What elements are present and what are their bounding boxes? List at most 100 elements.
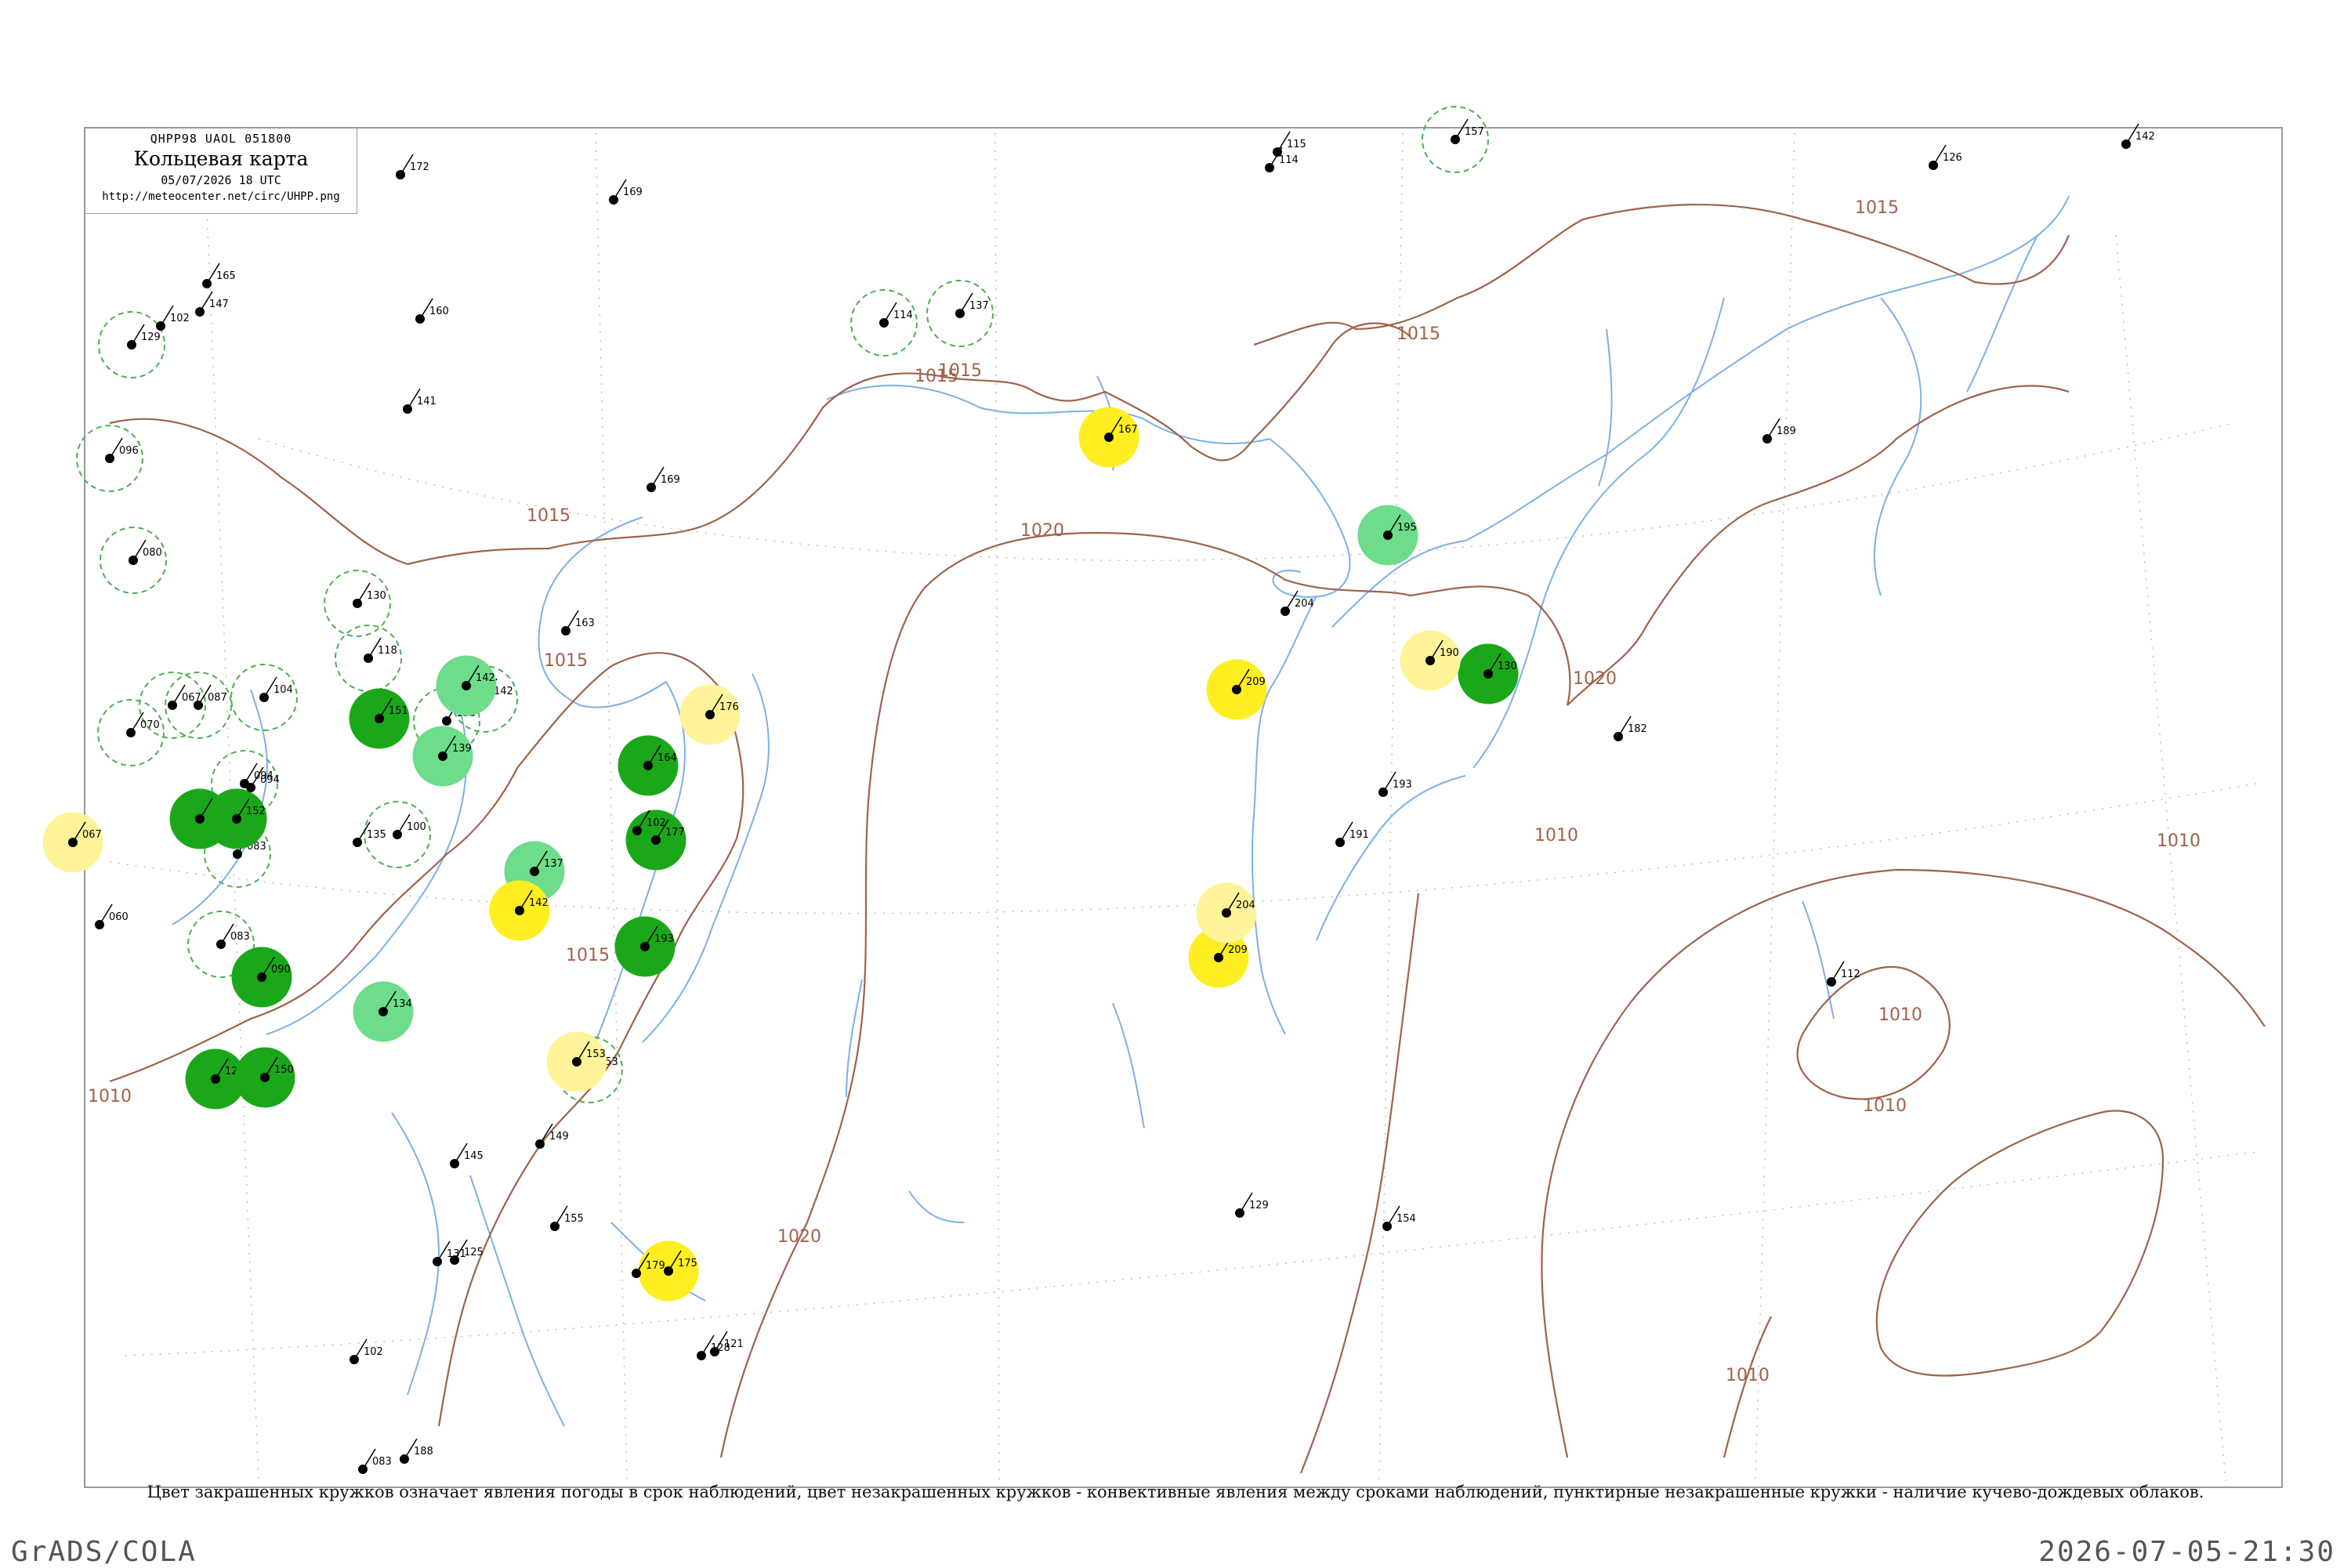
pressure-value: 129	[141, 331, 161, 343]
pressure-value: 179	[646, 1260, 665, 1272]
pressure-value: 157	[1465, 126, 1484, 138]
pressure-value: 193	[654, 933, 674, 945]
pressure-value: 142	[494, 686, 513, 697]
pressure-value: 193	[1393, 779, 1412, 791]
station-plot[interactable]: 142	[489, 880, 550, 941]
pressure-value: 142	[476, 672, 495, 684]
pressure-value: 125	[464, 1247, 484, 1258]
pressure-value: 177	[665, 827, 685, 838]
pressure-value: 152	[246, 806, 266, 817]
isobar-label: 1015	[1855, 198, 1899, 218]
station-plot[interactable]: 195	[1357, 505, 1418, 566]
pressure-value: 147	[209, 299, 229, 310]
station-plot[interactable]: 130	[1458, 643, 1519, 704]
station-plot[interactable]: 176	[679, 684, 741, 745]
pressure-value: 195	[1397, 522, 1417, 534]
map-frame	[84, 127, 2283, 1488]
station-plot[interactable]: 164	[618, 735, 679, 796]
pressure-value: 145	[464, 1150, 484, 1162]
pressure-value: 153	[586, 1048, 606, 1060]
bulletin-code: QHPP98 UAOL 051800	[150, 132, 292, 146]
pressure-value: 204	[1295, 598, 1314, 610]
pressure-value: 155	[564, 1213, 584, 1225]
pressure-value: 134	[393, 998, 412, 1010]
pressure-value: 141	[417, 396, 437, 407]
station-plot[interactable]: 209	[1206, 659, 1267, 720]
isobar-label: 1020	[777, 1227, 821, 1247]
pressure-value: 102	[364, 1346, 383, 1358]
pressure-value: 165	[216, 270, 236, 282]
pressure-value: 080	[143, 547, 162, 559]
pressure-value: 135	[367, 829, 386, 841]
map-datetime: 05/07/2026 18 UTC	[161, 173, 281, 187]
isobar-label: 1010	[1726, 1366, 1770, 1385]
station-plot[interactable]: 152	[206, 788, 267, 849]
station-plot[interactable]: 190	[1400, 630, 1461, 691]
isobar-label: 1015	[566, 946, 610, 965]
isobar-label: 1015	[544, 651, 588, 671]
isobar-label: 1010	[2157, 831, 2201, 851]
pressure-value: 182	[1628, 723, 1647, 735]
station-plot[interactable]: 151	[349, 688, 410, 749]
isobar-label: 1020	[1020, 521, 1064, 541]
station-plot[interactable]: 067	[42, 812, 103, 873]
pressure-value: 169	[623, 186, 643, 198]
pressure-value: 130	[367, 590, 386, 602]
pressure-value: 096	[119, 445, 139, 457]
pressure-value: 083	[372, 1456, 392, 1468]
grads-credit: GrADS/COLA	[11, 1536, 197, 1568]
station-plot[interactable]: 204	[1196, 882, 1257, 943]
pressure-value: 142	[529, 897, 549, 909]
pressure-value: 189	[1777, 425, 1796, 437]
pressure-value: 114	[893, 310, 913, 321]
pressure-value: 209	[1228, 944, 1248, 956]
pressure-value: 176	[719, 701, 739, 713]
station-plot[interactable]: 153	[546, 1031, 607, 1092]
pressure-value: 188	[414, 1446, 433, 1458]
pressure-value: 164	[657, 752, 677, 764]
pressure-value: 067	[82, 829, 102, 841]
station-plot[interactable]: 193	[614, 916, 676, 977]
station-plot[interactable]: 090	[231, 947, 292, 1008]
pressure-value: 151	[389, 705, 408, 717]
isobar-label: 1020	[1573, 669, 1617, 689]
pressure-value: 172	[410, 161, 429, 173]
isobar-label: 1015	[938, 361, 982, 381]
station-plot[interactable]: 167	[1078, 407, 1139, 468]
map-title: Кольцевая карта	[133, 147, 309, 170]
pressure-value: 204	[1236, 900, 1255, 911]
pressure-value: 070	[140, 719, 160, 731]
pressure-value: 126	[1943, 152, 1962, 164]
pressure-value: 129	[1249, 1200, 1269, 1211]
isobar-label: 1015	[1396, 324, 1440, 344]
pressure-value: 175	[678, 1258, 697, 1269]
pressure-value: 160	[429, 306, 449, 317]
pressure-value: 104	[273, 684, 293, 696]
station-plot[interactable]: 142	[436, 655, 497, 716]
isobar-label: 1010	[88, 1087, 132, 1106]
map-url: http://meteocenter.net/circ/UHPP.png	[102, 190, 340, 203]
map-title-box: QHPP98 UAOL 051800 Кольцевая карта 05/07…	[85, 128, 357, 214]
pressure-value: 102	[170, 313, 190, 324]
legend-caption: Цвет закрашенных кружков означает явлени…	[147, 1483, 2204, 1501]
pressure-value: 102	[647, 817, 666, 829]
pressure-value: 118	[378, 645, 397, 657]
pressure-value: 060	[109, 911, 129, 923]
pressure-value: 090	[271, 964, 291, 976]
pressure-value: 115	[1287, 139, 1306, 150]
station-plot[interactable]: 139	[412, 726, 473, 787]
pressure-value: 094	[260, 774, 280, 786]
pressure-value: 137	[544, 858, 563, 870]
pressure-value: 150	[274, 1064, 294, 1076]
pressure-value: 083	[230, 931, 250, 943]
station-plot[interactable]: 134	[353, 981, 414, 1042]
pressure-value: 112	[1841, 969, 1860, 980]
weather-map: 1015 1015 1015 1015 1015 1015 1020 1020 1020 1010…	[42, 106, 2283, 1488]
pressure-value: 142	[2135, 131, 2155, 143]
pressure-value: 139	[452, 743, 472, 755]
pressure-value: 191	[1349, 829, 1369, 841]
pressure-value: 131	[447, 1248, 466, 1260]
station-plot[interactable]: 150	[234, 1047, 295, 1108]
pressure-value: 190	[1440, 647, 1459, 659]
pressure-value: 169	[661, 474, 680, 486]
